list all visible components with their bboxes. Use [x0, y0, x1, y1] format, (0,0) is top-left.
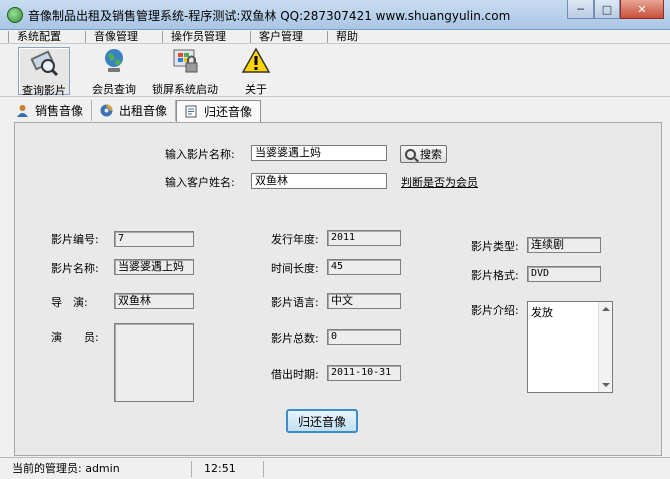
actors-field — [114, 323, 194, 402]
window-title: 音像制品出租及销售管理系统-程序测试:双鱼林 QQ:287307421 www.… — [28, 9, 511, 23]
menu-help[interactable]: 帮助 — [327, 30, 370, 43]
duration-label: 时间长度: — [271, 262, 319, 275]
release-year-label: 发行年度: — [271, 233, 319, 246]
film-intro-label: 影片介绍: — [471, 304, 519, 317]
director-label: 导 演: — [51, 296, 88, 309]
tab-rent-media[interactable]: 出租音像 — [92, 100, 177, 121]
return-media-button[interactable]: 归还音像 — [286, 409, 358, 433]
lock-screen-button[interactable]: 锁屏系统启动 — [150, 47, 220, 96]
toolbar: 查询影片 会员查询 锁屏系统启动 关于 — [0, 45, 670, 97]
search-button[interactable]: 搜索 — [400, 145, 447, 163]
language-label: 影片语言: — [271, 296, 319, 309]
menu-media-management[interactable]: 音像管理 — [85, 30, 150, 43]
total-count-label: 影片总数: — [271, 332, 319, 345]
disc-icon — [100, 104, 113, 117]
film-type-label: 影片类型: — [471, 240, 519, 253]
return-media-panel: 输入影片名称: 当婆婆遇上妈 搜索 输入客户姓名: 双鱼林 判断是否为会员 影片… — [14, 122, 662, 456]
windows-lock-icon — [170, 47, 200, 75]
language-field: 中文 — [327, 293, 401, 309]
tab-sell-media[interactable]: 销售音像 — [8, 100, 93, 121]
tab-return-media-label: 归还音像 — [204, 105, 253, 119]
warning-icon — [241, 47, 271, 75]
film-format-field: DVD — [527, 266, 601, 282]
minimize-icon: ─ — [577, 2, 584, 16]
check-member-link[interactable]: 判断是否为会员 — [401, 174, 478, 190]
window-controls: ─ □ ✕ — [567, 0, 664, 20]
tab-return-media[interactable]: 归还音像 — [176, 100, 262, 122]
person-icon — [17, 105, 28, 117]
current-admin-status: 当前的管理员: admin — [12, 461, 192, 477]
about-label: 关于 — [245, 83, 267, 96]
member-query-button[interactable]: 会员查询 — [86, 47, 142, 96]
director-field: 双鱼林 — [114, 293, 194, 309]
scroll-up-arrow-icon[interactable] — [602, 307, 610, 311]
globe-member-icon — [99, 47, 129, 75]
clock-status: 12:51 — [204, 461, 264, 477]
menu-operator-management[interactable]: 操作员管理 — [162, 30, 238, 43]
tab-strip: 销售音像 出租音像 归还音像 — [8, 100, 262, 122]
film-format-label: 影片格式: — [471, 269, 519, 282]
film-type-field: 连续剧 — [527, 237, 601, 253]
member-query-label: 会员查询 — [92, 83, 136, 96]
tab-rent-media-label: 出租音像 — [119, 104, 168, 118]
film-intro-textarea[interactable]: 发放 — [527, 301, 613, 393]
film-search-icon — [29, 48, 59, 77]
query-film-label: 查询影片 — [22, 84, 66, 97]
rent-date-field: 2011-10-31 — [327, 365, 401, 381]
actors-label: 演 员: — [51, 331, 99, 344]
minimize-button[interactable]: ─ — [567, 0, 594, 19]
lock-screen-label: 锁屏系统启动 — [152, 83, 218, 96]
query-film-button[interactable]: 查询影片 — [18, 47, 70, 97]
maximize-icon: □ — [601, 2, 613, 16]
about-button[interactable]: 关于 — [236, 47, 276, 96]
close-button[interactable]: ✕ — [620, 0, 664, 19]
menu-system-config[interactable]: 系统配置 — [8, 30, 73, 43]
status-bar: 当前的管理员: admin 12:51 — [0, 457, 670, 479]
customer-name-input[interactable]: 双鱼林 — [251, 173, 387, 189]
title-bar: 音像制品出租及销售管理系统-程序测试:双鱼林 QQ:287307421 www.… — [0, 0, 670, 30]
rent-date-label: 借出时期: — [271, 368, 319, 381]
total-count-field: 0 — [327, 329, 401, 345]
maximize-button[interactable]: □ — [594, 0, 620, 19]
menu-customer-management[interactable]: 客户管理 — [250, 30, 315, 43]
close-icon: ✕ — [637, 2, 647, 16]
intro-scrollbar[interactable] — [598, 302, 612, 392]
app-icon — [7, 7, 23, 23]
release-year-field: 2011 — [327, 230, 401, 246]
film-title-label: 影片名称: — [51, 262, 99, 275]
search-button-label: 搜索 — [420, 148, 442, 161]
film-id-label: 影片编号: — [51, 233, 99, 246]
film-title-field: 当婆婆遇上妈 — [114, 259, 194, 275]
scroll-down-arrow-icon[interactable] — [602, 383, 610, 387]
tab-sell-media-label: 销售音像 — [35, 104, 84, 118]
search-icon — [405, 148, 416, 160]
film-id-field: 7 — [114, 231, 194, 247]
duration-field: 45 — [327, 259, 401, 275]
customer-name-input-label: 输入客户姓名: — [165, 176, 235, 189]
document-icon — [185, 105, 197, 118]
film-name-input[interactable]: 当婆婆遇上妈 — [251, 145, 387, 161]
menu-bar: 系统配置 音像管理 操作员管理 客户管理 帮助 — [0, 30, 670, 44]
film-name-input-label: 输入影片名称: — [165, 148, 235, 161]
film-intro-text: 发放 — [531, 306, 553, 319]
